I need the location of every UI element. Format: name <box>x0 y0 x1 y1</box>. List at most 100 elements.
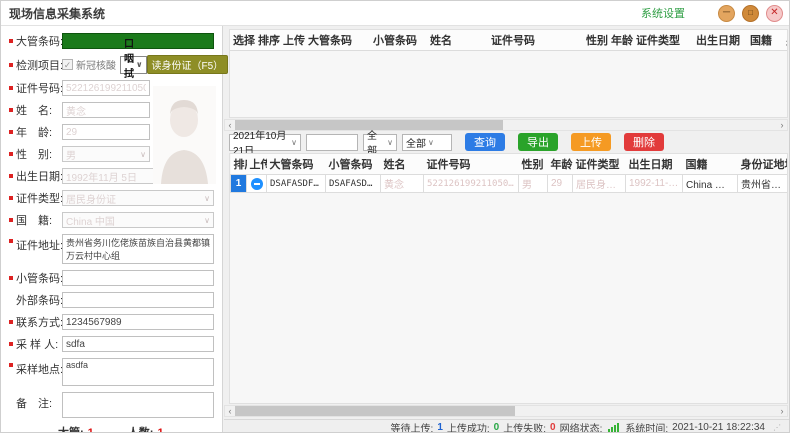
field-sample-site: 采样地点: asdfa <box>9 358 214 386</box>
upload-success-label: 上传成功: <box>447 420 490 433</box>
covid-checkbox[interactable]: ✓ <box>62 59 73 70</box>
people-count-value: 1 <box>157 427 163 433</box>
col-age: 年龄 <box>608 30 633 51</box>
upload-status-icon <box>251 178 263 190</box>
table-row[interactable]: 1 DSAFASDFAAAS DSAFASDFAAAS1 黄念 52212619… <box>231 175 789 193</box>
filter-select-1[interactable]: 全部 ∨ <box>363 134 397 151</box>
row-nationality: China 中国 <box>683 175 738 193</box>
id-address-label: 证件地址: <box>16 237 62 253</box>
external-barcode-input[interactable] <box>62 292 214 308</box>
required-marker <box>9 174 13 178</box>
name-input[interactable] <box>62 102 150 118</box>
title-bar: 现场信息采集系统 系统设置 ─ □ ✕ <box>1 1 790 26</box>
nationality-select[interactable]: China 中国 ∨ <box>62 212 214 228</box>
remark-label: 备 注: <box>16 395 62 411</box>
date-select[interactable]: 2021年10月21日 ∨ <box>229 134 301 151</box>
gender-select[interactable]: 男 ∨ <box>62 146 150 162</box>
scroll-right-icon[interactable]: › <box>777 406 787 416</box>
field-id-address: 证件地址: 贵州省务川仡佬族苗族自治县黄都镇万云村中心组 <box>9 234 214 264</box>
row-gender: 男 <box>519 175 548 193</box>
chevron-down-icon: ∨ <box>428 138 434 147</box>
required-marker <box>9 218 13 222</box>
filter-bar: 2021年10月21日 ∨ 全部 ∨ 全部 ∨ 查询 导出 上传 删除 <box>229 133 788 151</box>
col-id-type: 证件类型 <box>573 154 626 175</box>
main-barcode-input[interactable] <box>62 33 214 49</box>
col-birth-date: 出生日期 <box>626 154 683 175</box>
system-settings-link[interactable]: 系统设置 <box>641 5 685 21</box>
top-table-hscrollbar: ‹ › <box>224 119 788 131</box>
keyword-input[interactable] <box>306 134 358 151</box>
scroll-right-icon[interactable]: › <box>777 120 787 130</box>
close-icon: ✕ <box>770 8 778 18</box>
chevron-down-icon: ∨ <box>291 138 297 147</box>
row-id-type: 居民身份证 <box>573 175 626 193</box>
minimize-icon: ─ <box>723 8 730 18</box>
age-label: 年 龄: <box>16 124 62 140</box>
col-nationality: 国籍 <box>747 30 783 51</box>
col-small-barcode: 小管条码 <box>326 154 381 175</box>
close-button[interactable]: ✕ <box>766 5 783 22</box>
col-birth-date: 出生日期 <box>693 30 747 51</box>
required-marker <box>9 239 13 243</box>
resize-grip-icon[interactable]: ⋰ <box>773 423 781 432</box>
field-test-item: 检测项目: ✓ 新冠核酸 口咽拭子 ∨ 读身份证（F5） <box>9 55 214 74</box>
app-title: 现场信息采集系统 <box>9 5 105 22</box>
field-id-type: 证件类型: 居民身份证 ∨ <box>9 190 214 206</box>
required-marker <box>9 63 13 67</box>
col-upload: 上传 <box>247 154 267 175</box>
required-marker <box>9 152 13 156</box>
row-name: 黄念 <box>381 175 424 193</box>
required-marker <box>9 39 13 43</box>
delete-button[interactable]: 删除 <box>624 133 664 151</box>
row-small-barcode: DSAFASDFAAAS1 <box>326 175 381 193</box>
row-address: 贵州省务川仡... <box>738 175 789 193</box>
system-time-label: 系统时间: <box>625 420 668 433</box>
upload-fail-label: 上传失败: <box>503 420 546 433</box>
row-index-cell[interactable]: 1 <box>231 175 247 193</box>
required-marker <box>9 196 13 200</box>
chevron-down-icon: ∨ <box>136 60 143 69</box>
id-type-label: 证件类型: <box>16 190 62 206</box>
age-input[interactable] <box>62 124 150 140</box>
row-main-barcode: DSAFASDFAAAS <box>267 175 326 193</box>
col-gender: 性别 <box>519 154 548 175</box>
col-main-barcode: 大管条码 <box>267 154 326 175</box>
id-photo <box>153 86 216 184</box>
row-age: 29 <box>548 175 573 193</box>
id-address-textarea[interactable]: 贵州省务川仡佬族苗族自治县黄都镇万云村中心组 <box>62 234 214 264</box>
row-upload-cell[interactable] <box>247 175 267 193</box>
tube-count: 大管:1 <box>58 424 94 433</box>
sampler-input[interactable] <box>62 336 214 352</box>
network-signal-icon <box>608 423 619 432</box>
col-id-address: 身份证地址 <box>738 154 789 175</box>
small-barcode-label: 小管条码: <box>16 270 62 286</box>
small-barcode-input[interactable] <box>62 270 214 286</box>
col-id-address: 身份证地址 <box>783 30 788 51</box>
maximize-button[interactable]: □ <box>742 5 759 22</box>
read-id-card-button[interactable]: 读身份证（F5） <box>147 55 229 74</box>
remark-textarea[interactable] <box>62 392 214 418</box>
col-upload: 上传 <box>280 30 305 51</box>
upload-button[interactable]: 上传 <box>571 133 611 151</box>
id-type-select[interactable]: 居民身份证 ∨ <box>62 190 214 206</box>
export-button[interactable]: 导出 <box>518 133 558 151</box>
birth-date-label: 出生日期: <box>16 168 62 184</box>
query-button[interactable]: 查询 <box>465 133 505 151</box>
scrollbar-thumb[interactable] <box>235 406 515 416</box>
col-small-barcode: 小管条码 <box>370 30 427 51</box>
pending-upload-value: 1 <box>437 422 443 433</box>
chevron-down-icon: ∨ <box>387 138 393 147</box>
minimize-button[interactable]: ─ <box>718 5 735 22</box>
id-number-input[interactable] <box>62 80 150 96</box>
contact-input[interactable] <box>62 314 214 330</box>
col-sort: 排序 <box>231 154 247 175</box>
scroll-left-icon[interactable]: ‹ <box>225 406 235 416</box>
filter-select-2[interactable]: 全部 ∨ <box>402 134 452 151</box>
gender-label: 性 别: <box>16 146 62 162</box>
id-number-label: 证件号码: <box>16 80 62 96</box>
col-main-barcode: 大管条码 <box>305 30 370 51</box>
contact-label: 联系方式: <box>16 314 62 330</box>
swab-type-select[interactable]: 口咽拭子 ∨ <box>120 56 147 74</box>
tube-count-value: 1 <box>88 427 94 433</box>
sample-site-textarea[interactable]: asdfa <box>62 358 214 386</box>
